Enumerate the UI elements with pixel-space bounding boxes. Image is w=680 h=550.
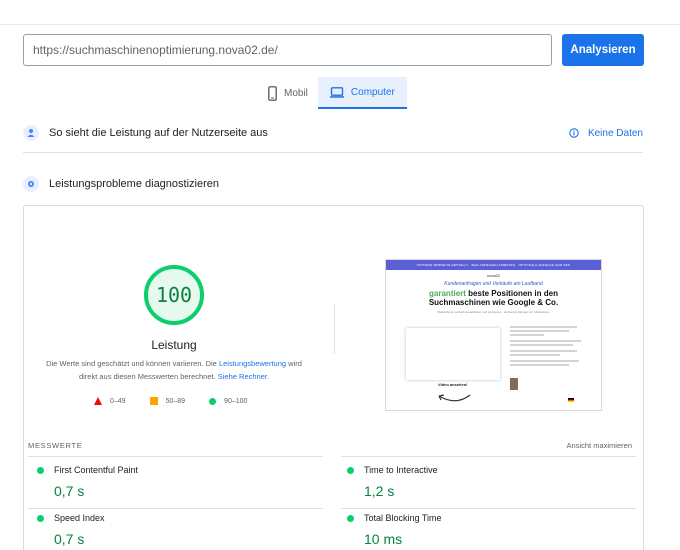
legend-item-good: 90–100 xyxy=(209,397,248,405)
field-data-section: So sieht die Leistung auf der Nutzerseit… xyxy=(23,123,643,143)
calculator-link[interactable]: Siehe Rechner. xyxy=(218,372,269,381)
metrics-title: MESSWERTE xyxy=(28,441,83,450)
metrics-divider xyxy=(28,508,323,509)
metric-value: 1,2 s xyxy=(364,483,395,499)
score-value: 100 xyxy=(155,283,193,307)
no-data-indicator[interactable]: Keine Daten xyxy=(569,128,643,139)
preview-small-text: Maßnahmen einfach ausarbeiten und profit… xyxy=(437,310,550,314)
diagnostics-section: Leistungsprobleme diagnostizieren xyxy=(23,174,643,194)
top-divider xyxy=(0,24,680,25)
metric-value: 0,7 s xyxy=(54,483,85,499)
field-data-title: So sieht die Leistung auf der Nutzerseit… xyxy=(49,127,268,139)
metric-name: First Contentful Paint xyxy=(54,465,139,475)
circle-icon xyxy=(209,397,217,405)
preview-subtitle: Kundenanfragen und Verkäufe am Laufband xyxy=(444,281,543,287)
device-tabs: Mobil Computer xyxy=(258,77,407,109)
diagnostics-title: Leistungsprobleme diagnostizieren xyxy=(49,178,219,190)
metric-value: 10 ms xyxy=(364,531,403,547)
card-divider xyxy=(334,304,335,354)
preview-avatar xyxy=(510,378,518,390)
metric-tti: Time to Interactive 1,2 s xyxy=(334,465,624,499)
legend-range: 90–100 xyxy=(224,397,248,405)
metrics-divider xyxy=(28,456,323,457)
tab-mobile[interactable]: Mobil xyxy=(258,77,318,109)
legend-range: 0–49 xyxy=(110,397,126,405)
preview-headline: garantiert beste Positionen in den Suchm… xyxy=(386,289,601,307)
preview-banner: OPTIMIZE WEBSEITE ERSTELLT · SEO-ANFRAGE… xyxy=(386,260,601,270)
tab-computer[interactable]: Computer xyxy=(317,77,407,109)
metric-name: Time to Interactive xyxy=(364,465,438,475)
preview-headline-line2: Suchmaschinen wie Google & Co. xyxy=(428,298,559,307)
tab-mobile-label: Mobil xyxy=(284,87,308,99)
metric-name: Total Blocking Time xyxy=(364,513,442,523)
metric-speed-index: Speed Index 0,7 s xyxy=(24,513,314,547)
triangle-icon xyxy=(94,397,102,405)
user-experience-icon xyxy=(23,125,39,141)
preview-feature-list xyxy=(510,326,594,368)
legend-range: 50–89 xyxy=(165,397,186,405)
score-legend: 0–49 50–89 90–100 xyxy=(94,397,271,405)
metric-tbt: Total Blocking Time 10 ms xyxy=(334,513,624,547)
preview-headline-green: garantiert xyxy=(429,289,466,298)
metric-fcp: First Contentful Paint 0,7 s xyxy=(24,465,314,499)
desc-text-1: Die Werte sind geschätzt und können vari… xyxy=(46,359,219,368)
expand-view-toggle[interactable]: Ansicht maximieren xyxy=(567,441,632,450)
flag-icon xyxy=(568,398,574,402)
preview-headline-rest: beste Positionen in den xyxy=(465,289,558,298)
performance-score-link[interactable]: Leistungsbewertung xyxy=(219,359,286,368)
metrics-divider xyxy=(341,456,636,457)
score-description: Die Werte sind geschätzt und können vari… xyxy=(39,357,309,383)
score-label: Leistung xyxy=(151,338,197,352)
good-dot-icon xyxy=(37,514,44,522)
preview-video-box xyxy=(406,328,500,380)
good-dot-icon xyxy=(37,466,44,474)
page-screenshot-preview: OPTIMIZE WEBSEITE ERSTELLT · SEO-ANFRAGE… xyxy=(385,259,602,411)
metric-name: Speed Index xyxy=(54,513,105,523)
preview-video-label: Video ansehen! xyxy=(438,382,468,387)
smartphone-icon xyxy=(268,85,277,101)
arrow-icon xyxy=(438,394,471,402)
lab-icon xyxy=(23,176,39,192)
performance-card: 100 Leistung Die Werte sind geschätzt un… xyxy=(23,205,644,550)
legend-item-average: 50–89 xyxy=(149,397,186,405)
metrics-divider xyxy=(341,508,636,509)
url-input[interactable] xyxy=(23,34,552,66)
laptop-icon xyxy=(329,86,344,98)
good-dot-icon xyxy=(347,514,354,522)
metric-value: 0,7 s xyxy=(54,531,85,547)
analyze-button[interactable]: Analysieren xyxy=(562,34,644,66)
tab-computer-label: Computer xyxy=(350,86,395,98)
info-icon xyxy=(569,128,579,138)
legend-item-poor: 0–49 xyxy=(94,397,126,405)
preview-logo: nova02 xyxy=(486,273,501,278)
good-dot-icon xyxy=(347,466,354,474)
square-icon xyxy=(149,397,158,405)
section-divider xyxy=(23,152,643,153)
no-data-label: Keine Daten xyxy=(587,127,643,139)
